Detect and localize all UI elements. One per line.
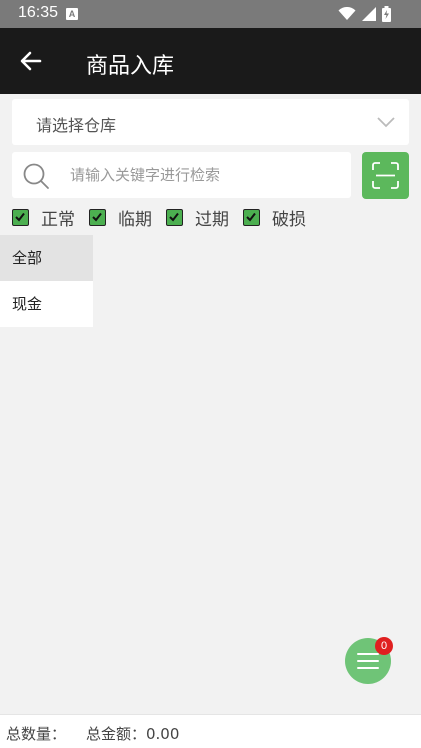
filter-expired[interactable]: 过期 [166,205,229,230]
cart-count-badge: 0 [375,637,393,655]
app-bar: 商品入库 [0,28,421,94]
back-button[interactable] [16,46,46,76]
filter-near-expiry[interactable]: 临期 [89,205,152,230]
search-icon [23,163,49,189]
category-list: 全部 现金 [0,235,93,327]
chevron-down-icon [377,117,395,128]
status-filters: 正常 临期 过期 破损 [12,205,320,230]
signal-icon [362,7,376,21]
checkbox-checked-icon[interactable] [89,208,106,226]
battery-icon [382,6,391,22]
menu-icon [357,653,379,669]
total-quantity: 总数量： [6,725,67,743]
filter-label: 破损 [272,209,306,230]
footer-summary: 总数量： 总金额：0.00 [0,714,421,748]
status-bar: 16:35 A [0,0,421,28]
status-icons [338,5,391,23]
filter-label: 临期 [118,209,152,230]
warehouse-placeholder: 请选择仓库 [36,116,117,135]
scan-icon [372,162,399,189]
checkbox-checked-icon[interactable] [166,208,183,226]
category-item-cash[interactable]: 现金 [0,281,93,327]
status-time: 16:35 [18,4,59,21]
arrow-left-icon [20,51,42,71]
checkbox-checked-icon[interactable] [12,208,29,226]
filter-damaged[interactable]: 破损 [243,205,306,230]
warehouse-select[interactable]: 请选择仓库 [12,99,409,145]
wifi-icon [338,7,356,20]
filter-label: 正常 [41,209,75,230]
filter-normal[interactable]: 正常 [12,205,75,230]
filter-label: 过期 [195,209,229,230]
checkbox-checked-icon[interactable] [243,208,260,226]
page-title: 商品入库 [86,54,175,79]
scan-button[interactable] [362,152,409,199]
category-item-all[interactable]: 全部 [0,235,93,281]
search-input[interactable] [70,160,340,190]
total-amount: 总金额：0.00 [86,725,180,743]
notification-a-icon: A [66,8,78,20]
search-box [12,152,351,198]
